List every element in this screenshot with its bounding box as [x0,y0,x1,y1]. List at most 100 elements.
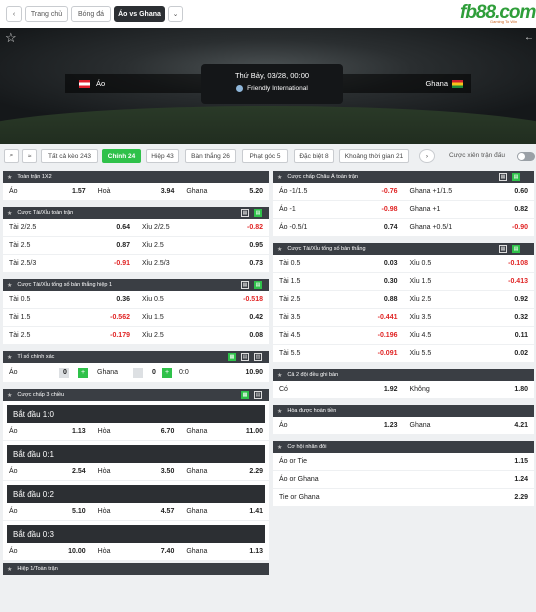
odds-cell[interactable]: Xỉu 2.5 0.95 [136,237,269,254]
market-header[interactable]: ★ Cược chấp 3 chiều ▦ ▤ [3,389,269,401]
filter-all[interactable]: Tất cả kèo 243 [41,149,98,163]
list-icon[interactable]: ▤ [241,353,249,361]
odds-cell[interactable]: Ghana 1.13 [180,543,269,560]
odds-cell[interactable]: Xỉu 0.5 -0.518 [136,291,269,308]
odds-cell[interactable]: Tie or Ghana 2.29 [273,489,534,506]
grid-icon[interactable]: ▦ [241,391,249,399]
market-header[interactable]: ★ Toàn trận 1X2 [3,171,269,183]
odds-cell[interactable]: Ghana +0.5/1 -0.90 [404,219,535,236]
odds-cell[interactable]: Tài 1.5 -0.562 [3,309,136,326]
odds-cell[interactable]: Áo or Tie 1.15 [273,453,534,470]
market-header[interactable]: ★ Hiệp 1/Toàn trận [3,563,269,575]
list-icon[interactable]: ▤ [512,173,520,181]
filter-goals[interactable]: Bàn thắng 26 [185,149,236,163]
odds-cell[interactable]: Ghana 4.21 [404,417,535,434]
odds-cell[interactable]: Tài 2.5/3 -0.91 [3,255,136,272]
odds-cell[interactable]: Xỉu 1.5 0.42 [136,309,269,326]
odds-cell[interactable]: Xỉu 2.5/3 0.73 [136,255,269,272]
odds-cell[interactable]: Tài 4.5 -0.196 [273,327,404,344]
odds-cell[interactable]: Có 1.92 [273,381,404,398]
odds-cell[interactable]: Ghana 1.41 [180,503,269,520]
odds-cell[interactable]: Xỉu 2.5 0.08 [136,327,269,344]
odds-cell[interactable]: Xỉu 1.5 -0.413 [404,273,535,290]
market-header[interactable]: ★ Cược Tài/Xỉu tổng số bàn thắng ▦ ▤ [273,243,534,255]
odds-cell[interactable]: Tài 0.5 0.36 [3,291,136,308]
star-icon[interactable]: ★ [7,174,12,181]
tab-football[interactable]: Bóng đá [71,6,111,22]
odds-cell[interactable]: Xỉu 0.5 -0.108 [404,255,535,272]
market-header[interactable]: ★ Tỉ số chính xác ▦ ▤ ▥ [3,351,269,363]
star-icon[interactable]: ★ [7,392,12,399]
tab-home[interactable]: Trang chủ [25,6,68,22]
list-icon[interactable]: ▤ [512,245,520,253]
filter-corners[interactable]: Phạt góc 5 [242,149,288,163]
odds-cell[interactable]: Ghana +1/1.5 0.60 [404,183,535,200]
star-icon[interactable]: ★ [277,246,282,253]
odds-cell[interactable]: Tài 3.5 -0.441 [273,309,404,326]
plus-icon[interactable]: + [78,367,88,378]
plus-icon[interactable]: + [162,367,172,378]
favorite-star-icon[interactable]: ☆ [5,30,17,46]
odds-cell[interactable]: Tài 2.5 0.88 [273,291,404,308]
odds-cell[interactable]: Tài 2.5 -0.179 [3,327,136,344]
market-header[interactable]: ★ Cả 2 đội đều ghi bàn [273,369,534,381]
star-icon[interactable]: ★ [277,372,282,379]
collapse-arrow-icon[interactable]: ← [524,32,534,43]
star-icon[interactable]: ★ [277,444,282,451]
star-icon[interactable]: ★ [7,282,12,289]
odds-cell[interactable]: Ghana 5.20 [180,183,269,200]
parlay-toggle[interactable] [517,152,535,161]
star-icon[interactable]: ★ [277,408,282,415]
odds-cell[interactable]: Xỉu 2/2.5 -0.82 [136,219,269,236]
market-header[interactable]: ★ Cược Tài/Xỉu toàn trận ▦ ▤ [3,207,269,219]
odds-cell[interactable]: Ghana +1 0.82 [404,201,535,218]
odds-cell[interactable]: Áo 5.10 [3,503,92,520]
odds-cell[interactable]: Áo 1.13 [3,423,92,440]
grid-icon[interactable]: ▦ [499,245,507,253]
odds-cell[interactable]: Ghana 11.00 [180,423,269,440]
chevron-down-icon[interactable]: ⌄ [168,6,183,22]
odds-cell[interactable]: Hòa 3.50 [92,463,181,480]
filter-main[interactable]: Chính 24 [102,149,141,163]
next-arrow-icon[interactable]: › [419,149,435,163]
odds-cell[interactable]: Áo -1/1.5 -0.76 [273,183,404,200]
star-icon[interactable]: ★ [7,210,12,217]
tab-match[interactable]: Áo vs Ghana [114,6,165,22]
odds-cell[interactable]: Áo 2.54 [3,463,92,480]
list-icon[interactable]: ▤ [254,209,262,217]
table-icon[interactable]: ▥ [254,353,262,361]
market-header[interactable]: ★ Hòa được hoàn tiền [273,405,534,417]
list-icon[interactable]: ▤ [254,281,262,289]
grid-icon[interactable]: ▦ [228,353,236,361]
odds-cell[interactable]: Tài 2/2.5 0.64 [3,219,136,236]
odds-cell[interactable]: Tài 2.5 0.87 [3,237,136,254]
odds-cell[interactable]: Không 1.80 [404,381,535,398]
odds-cell[interactable]: Áo 1.23 [273,417,404,434]
odds-cell[interactable]: Hòa 7.40 [92,543,181,560]
odds-cell[interactable]: Xỉu 2.5 0.92 [404,291,535,308]
list-icon[interactable]: ▤ [254,391,262,399]
odds-cell[interactable]: Áo 10.00 [3,543,92,560]
back-icon[interactable]: ‹ [6,6,22,22]
odds-cell[interactable]: Ghana 2.29 [180,463,269,480]
odds-cell[interactable]: Hòa 4.57 [92,503,181,520]
market-header[interactable]: ★ Cược Tài/Xỉu tổng số bàn thắng hiệp 1 ▦ ▤ [3,279,269,291]
market-header[interactable]: ★ Cược chấp Châu Á toàn trận ▦ ▤ [273,171,534,183]
odds-cell[interactable]: Tài 1.5 0.30 [273,273,404,290]
market-header[interactable]: ★ Cơ hội nhân đôi [273,441,534,453]
filter-half[interactable]: Hiệp 43 [146,149,179,163]
filter-time-period[interactable]: Khoảng thời gian 21 [339,149,409,163]
odds-cell[interactable]: Áo or Ghana 1.24 [273,471,534,488]
odds-cell[interactable]: Xỉu 5.5 0.02 [404,345,535,362]
odds-cell[interactable]: Tài 5.5 -0.091 [273,345,404,362]
odds-cell[interactable]: Tài 0.5 0.03 [273,255,404,272]
odds-cell[interactable]: Hoà 3.94 [92,183,181,200]
star-icon[interactable]: ★ [7,566,12,573]
score-odds[interactable]: 10.90 [245,369,263,376]
odds-cell[interactable]: Áo 1.57 [3,183,92,200]
collapse-all-icon[interactable]: ≈ [22,149,37,163]
odds-cell[interactable]: Xỉu 4.5 0.11 [404,327,535,344]
search-icon[interactable]: ⌕ [4,149,19,163]
odds-cell[interactable]: Áo -0.5/1 0.74 [273,219,404,236]
grid-icon[interactable]: ▦ [241,209,249,217]
